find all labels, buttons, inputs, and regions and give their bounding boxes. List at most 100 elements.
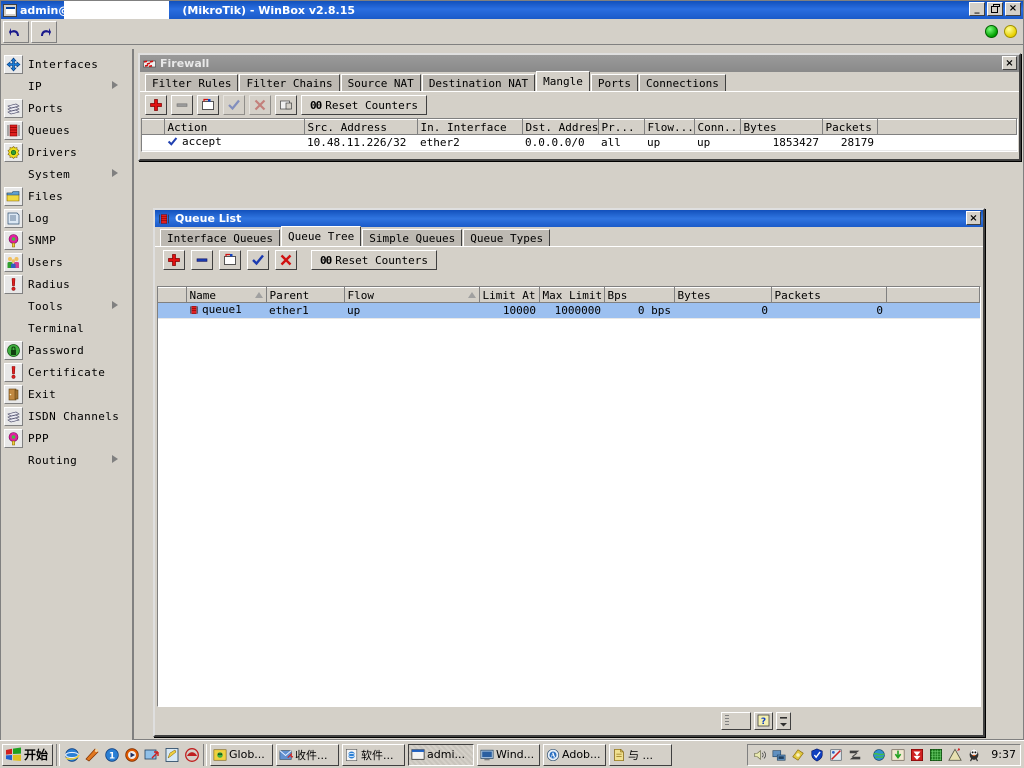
sidebar-item-interfaces[interactable]: Interfaces <box>1 53 132 75</box>
col-marker[interactable] <box>142 119 165 135</box>
col-bps[interactable]: Bps <box>604 287 675 303</box>
col-limit-at[interactable]: Limit At <box>479 287 540 303</box>
col-in-interface[interactable]: In. Interface <box>417 119 523 135</box>
disable-icon[interactable] <box>249 95 271 115</box>
col-bytes[interactable]: Bytes <box>674 287 772 303</box>
task-button-outlook[interactable]: 收件... <box>276 743 340 766</box>
close-button[interactable]: × <box>1005 2 1021 16</box>
queue-list-title-bar[interactable]: Queue List × <box>155 210 983 227</box>
col-max-limit[interactable]: Max Limit <box>539 287 605 303</box>
start-button[interactable]: 开始 <box>2 743 54 766</box>
sidebar-item-terminal[interactable]: Terminal <box>1 317 132 339</box>
grid-icon[interactable] <box>928 747 943 762</box>
col-extra[interactable] <box>877 119 1017 135</box>
show-desktop-icon[interactable] <box>143 746 160 763</box>
remove-icon[interactable] <box>191 250 213 270</box>
col-connection[interactable]: Conn... <box>694 119 741 135</box>
reset-counters-button[interactable]: 00 Reset Counters <box>311 250 437 270</box>
tab-ports[interactable]: Ports <box>590 74 639 91</box>
task-button-windows[interactable]: Wind... <box>477 743 541 766</box>
redo-icon[interactable] <box>31 20 57 43</box>
col-packets[interactable]: Packets <box>822 119 878 135</box>
col-extra[interactable] <box>886 287 980 303</box>
remove-icon[interactable] <box>171 95 193 115</box>
tab-filter-chains[interactable]: Filter Chains <box>239 74 340 91</box>
col-dst-address[interactable]: Dst. Address <box>522 119 599 135</box>
network-icon[interactable] <box>771 747 786 762</box>
comment-icon[interactable] <box>219 250 241 270</box>
sidebar-item-files[interactable]: Files <box>1 185 132 207</box>
undo-icon[interactable] <box>3 20 29 43</box>
add-icon[interactable] <box>163 250 185 270</box>
enable-icon[interactable] <box>247 250 269 270</box>
notepad-icon[interactable] <box>163 746 180 763</box>
sidebar-item-tools[interactable]: Tools <box>1 295 132 317</box>
internet-explorer-icon[interactable] <box>63 746 80 763</box>
tab-source-nat[interactable]: Source NAT <box>340 74 421 91</box>
tab-connections[interactable]: Connections <box>639 74 726 91</box>
realplayer-icon[interactable]: 1 <box>103 746 120 763</box>
comment-icon[interactable] <box>197 95 219 115</box>
col-marker[interactable] <box>158 287 187 303</box>
firewall-close-button[interactable]: × <box>1002 56 1017 70</box>
col-name[interactable]: Name <box>186 287 267 303</box>
table-row[interactable]: queue1 ether1 up 10000 1000000 0 bps 0 0 <box>158 302 980 319</box>
tab-mangle[interactable]: Mangle <box>536 71 590 91</box>
sidebar-item-routing[interactable]: Routing <box>1 449 132 471</box>
col-bytes[interactable]: Bytes <box>740 119 823 135</box>
maximize-button[interactable] <box>987 2 1003 16</box>
sidebar-item-exit[interactable]: Exit <box>1 383 132 405</box>
copy-icon[interactable] <box>275 95 297 115</box>
volume-icon[interactable] <box>752 747 767 762</box>
tab-queue-types[interactable]: Queue Types <box>463 229 551 246</box>
main-title-bar[interactable]: admin@ (MikroTik) - WinBox v2.8.15 _ × <box>1 1 1023 19</box>
sidebar-item-system[interactable]: System <box>1 163 132 185</box>
sidebar-item-drivers[interactable]: Drivers <box>1 141 132 163</box>
sidebar-item-queues[interactable]: Queues <box>1 119 132 141</box>
sidebar-item-certificate[interactable]: Certificate <box>1 361 132 383</box>
col-flow[interactable]: Flow <box>344 287 480 303</box>
zonealarm-icon[interactable] <box>847 747 862 762</box>
warning-icon[interactable] <box>947 747 962 762</box>
sidebar-item-ports[interactable]: Ports <box>1 97 132 119</box>
add-icon[interactable] <box>145 95 167 115</box>
tab-destination-nat[interactable]: Destination NAT <box>421 74 536 91</box>
task-button-globalscape[interactable]: Glob... <box>210 743 274 766</box>
tab-interface-queues[interactable]: Interface Queues <box>160 229 280 246</box>
help-icon[interactable]: ? <box>754 712 773 730</box>
netease-icon[interactable] <box>183 746 200 763</box>
tab-filter-rules[interactable]: Filter Rules <box>145 74 239 91</box>
flashget-icon[interactable] <box>909 747 924 762</box>
queue-list-close-button[interactable]: × <box>966 211 981 225</box>
sidebar-item-log[interactable]: Log <box>1 207 132 229</box>
qq-icon[interactable] <box>966 747 981 762</box>
reset-counters-button[interactable]: 00 Reset Counters <box>301 95 427 115</box>
col-parent[interactable]: Parent <box>266 287 345 303</box>
col-src-address[interactable]: Src. Address <box>304 119 418 135</box>
task-button-adobe[interactable]: A Adob... <box>543 743 607 766</box>
resize-grip[interactable] <box>721 712 751 730</box>
sidebar-item-snmp[interactable]: SNMP <box>1 229 132 251</box>
sidebar-item-isdn-channels[interactable]: ISDN Channels <box>1 405 132 427</box>
sidebar-item-password[interactable]: Password <box>1 339 132 361</box>
sidebar-item-ppp[interactable]: PPP <box>1 427 132 449</box>
sidebar-item-users[interactable]: Users <box>1 251 132 273</box>
shield-icon[interactable] <box>809 747 824 762</box>
enable-icon[interactable] <box>223 95 245 115</box>
tab-simple-queues[interactable]: Simple Queues <box>362 229 463 246</box>
task-button-winbox[interactable]: admi... <box>408 743 475 766</box>
task-button-software[interactable]: 软件... <box>342 743 406 766</box>
antivirus-icon[interactable] <box>828 747 843 762</box>
col-action[interactable]: Action <box>164 119 305 135</box>
minimize-button[interactable]: _ <box>969 2 985 16</box>
spin-control[interactable] <box>776 712 791 730</box>
task-button-document[interactable]: 与 ... <box>609 743 673 766</box>
disable-icon[interactable] <box>275 250 297 270</box>
col-packets[interactable]: Packets <box>771 287 887 303</box>
firewall-title-bar[interactable]: Firewall × <box>140 55 1019 72</box>
col-protocol[interactable]: Pr... <box>598 119 645 135</box>
download-icon[interactable] <box>890 747 905 762</box>
nvidia-icon[interactable] <box>790 747 805 762</box>
winamp-icon[interactable] <box>123 746 140 763</box>
sidebar-item-ip[interactable]: IP <box>1 75 132 97</box>
